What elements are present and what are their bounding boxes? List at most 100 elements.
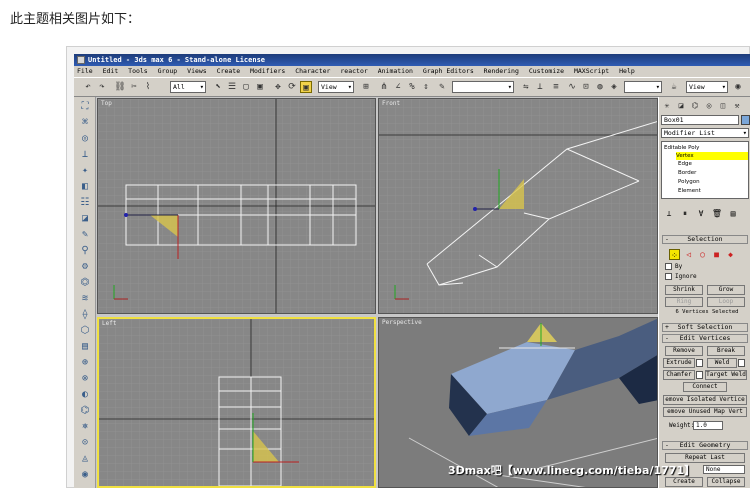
hierarchy-tab-icon[interactable]: ⌬: [689, 100, 701, 112]
border-mode-icon[interactable]: ◯: [697, 249, 708, 260]
object-color-swatch[interactable]: [741, 115, 750, 125]
ignore-backfacing-checkbox[interactable]: Ignore: [665, 273, 697, 280]
viewport-front[interactable]: Front: [378, 98, 658, 314]
menu-modifiers[interactable]: Modifiers: [250, 67, 285, 75]
render-view-dropdown[interactable]: View: [686, 81, 728, 93]
unlink-icon[interactable]: ✂: [128, 81, 140, 93]
tool-strip-icon-9[interactable]: ✎: [79, 229, 91, 241]
tool-strip-icon-1[interactable]: ⛶: [79, 101, 91, 113]
rect-selection-icon[interactable]: ▢: [240, 81, 252, 93]
constraints-dropdown[interactable]: None: [703, 465, 745, 474]
polygon-mode-icon[interactable]: ■: [711, 249, 722, 260]
menu-customize[interactable]: Customize: [529, 67, 564, 75]
remove-modifier-icon[interactable]: 🗑: [711, 209, 723, 218]
menu-maxscript[interactable]: MAXScript: [574, 67, 609, 75]
named-selection-icon[interactable]: ✎: [436, 81, 448, 93]
edit-geometry-rollout-header[interactable]: - Edit Geometry: [662, 441, 748, 450]
modify-tab-icon[interactable]: ◪: [675, 100, 687, 112]
target-weld-button[interactable]: Target Weld: [705, 370, 747, 380]
tool-strip-icon-22[interactable]: ⊙: [79, 437, 91, 449]
vertex-mode-icon[interactable]: ⁘: [669, 249, 680, 260]
remove-isolated-vertices-button[interactable]: emove Isolated Vertice: [663, 395, 747, 405]
menu-animation[interactable]: Animation: [378, 67, 413, 75]
tool-strip-icon-8[interactable]: ◪: [79, 213, 91, 225]
bind-space-warp-icon[interactable]: ⌇: [142, 81, 154, 93]
curve-editor-icon[interactable]: ∿: [566, 81, 578, 93]
viewport-left-label[interactable]: Left: [102, 320, 116, 327]
remove-unused-map-verts-button[interactable]: emove Unused Map Vert: [663, 407, 747, 417]
connect-button[interactable]: Connect: [683, 382, 727, 392]
tool-strip-icon-10[interactable]: ⚲: [79, 245, 91, 257]
tool-strip-icon-11[interactable]: ⚙: [79, 261, 91, 273]
tool-strip-icon-21[interactable]: ⎈: [79, 421, 91, 433]
material-editor-icon[interactable]: ◍: [594, 81, 606, 93]
tool-strip-icon-5[interactable]: ✦: [79, 165, 91, 177]
render-last-icon[interactable]: ◉: [732, 81, 744, 93]
window-crossing-icon[interactable]: ▣: [254, 81, 266, 93]
stack-polygon[interactable]: Polygon: [678, 178, 700, 186]
tool-strip-icon-15[interactable]: ⬡: [79, 325, 91, 337]
menu-views[interactable]: Views: [187, 67, 207, 75]
edit-vertices-rollout-header[interactable]: - Edit Vertices: [662, 334, 748, 343]
loop-button[interactable]: Loop: [707, 297, 745, 307]
undo-icon[interactable]: ↶: [82, 81, 94, 93]
chamfer-settings-icon[interactable]: [696, 371, 703, 379]
move-icon[interactable]: ✥: [272, 81, 284, 93]
viewport-left[interactable]: Left: [97, 317, 376, 488]
edge-mode-icon[interactable]: ◁: [683, 249, 694, 260]
tool-strip-icon-12[interactable]: ⏣: [79, 277, 91, 289]
menu-create[interactable]: Create: [217, 67, 240, 75]
tool-strip-icon-20[interactable]: ⌬: [79, 405, 91, 417]
remove-button[interactable]: Remove: [665, 346, 703, 356]
tool-strip-icon-4[interactable]: ⊥: [79, 149, 91, 161]
menu-rendering[interactable]: Rendering: [484, 67, 519, 75]
tool-strip-icon-23[interactable]: ◬: [79, 453, 91, 465]
modifier-list-dropdown[interactable]: Modifier List: [661, 128, 749, 138]
menu-edit[interactable]: Edit: [103, 67, 119, 75]
viewport-top-label[interactable]: Top: [101, 100, 112, 107]
viewport-top[interactable]: Top: [97, 98, 376, 314]
stack-element[interactable]: Element: [678, 187, 701, 195]
snap-icon[interactable]: ⋔: [378, 81, 390, 93]
element-mode-icon[interactable]: ◆: [725, 249, 736, 260]
reference-coordinate-dropdown[interactable]: View: [318, 81, 354, 93]
soft-selection-rollout-header[interactable]: + Soft Selection: [662, 323, 748, 332]
pin-stack-icon[interactable]: ⊥: [663, 209, 675, 218]
viewport-perspective-label[interactable]: Perspective: [382, 319, 422, 326]
extrude-settings-icon[interactable]: [696, 359, 703, 367]
utilities-tab-icon[interactable]: ⚒: [731, 100, 743, 112]
show-end-result-icon[interactable]: ⏸: [679, 209, 691, 219]
pivot-icon[interactable]: ⊞: [360, 81, 372, 93]
weight-spinner[interactable]: 1.0: [693, 421, 723, 430]
tool-strip-icon-6[interactable]: ◧: [79, 181, 91, 193]
selection-filter-dropdown[interactable]: All: [170, 81, 206, 93]
menu-tools[interactable]: Tools: [128, 67, 148, 75]
rotate-icon[interactable]: ⟳: [286, 81, 298, 93]
menu-help[interactable]: Help: [619, 67, 635, 75]
select-object-icon[interactable]: ⬉: [212, 81, 224, 93]
motion-tab-icon[interactable]: ◎: [703, 100, 715, 112]
schematic-view-icon[interactable]: ⊡: [580, 81, 592, 93]
menu-group[interactable]: Group: [158, 67, 178, 75]
menu-reactor[interactable]: reactor: [340, 67, 367, 75]
link-icon[interactable]: ⛓: [114, 81, 126, 93]
shrink-button[interactable]: Shrink: [665, 285, 703, 295]
object-name-field[interactable]: Box01: [661, 115, 739, 125]
collapse-button[interactable]: Collapse: [707, 477, 745, 487]
menu-character[interactable]: Character: [295, 67, 330, 75]
create-tab-icon[interactable]: ✳: [661, 100, 673, 112]
break-button[interactable]: Break: [707, 346, 745, 356]
create-button[interactable]: Create: [665, 477, 703, 487]
align-icon[interactable]: ⊥: [534, 81, 546, 93]
tool-strip-icon-14[interactable]: ⟠: [79, 309, 91, 321]
menu-file[interactable]: File: [77, 67, 93, 75]
percent-snap-icon[interactable]: %: [406, 81, 418, 93]
select-by-name-icon[interactable]: ☰: [226, 81, 238, 93]
weld-settings-icon[interactable]: [738, 359, 745, 367]
configure-sets-icon[interactable]: ▤: [727, 209, 739, 218]
tool-strip-icon-16[interactable]: ▤: [79, 341, 91, 353]
layer-manager-icon[interactable]: ≡: [550, 81, 562, 93]
quick-render-icon[interactable]: ☕: [668, 81, 680, 93]
mirror-icon[interactable]: ⇋: [520, 81, 532, 93]
redo-icon[interactable]: ↷: [96, 81, 108, 93]
